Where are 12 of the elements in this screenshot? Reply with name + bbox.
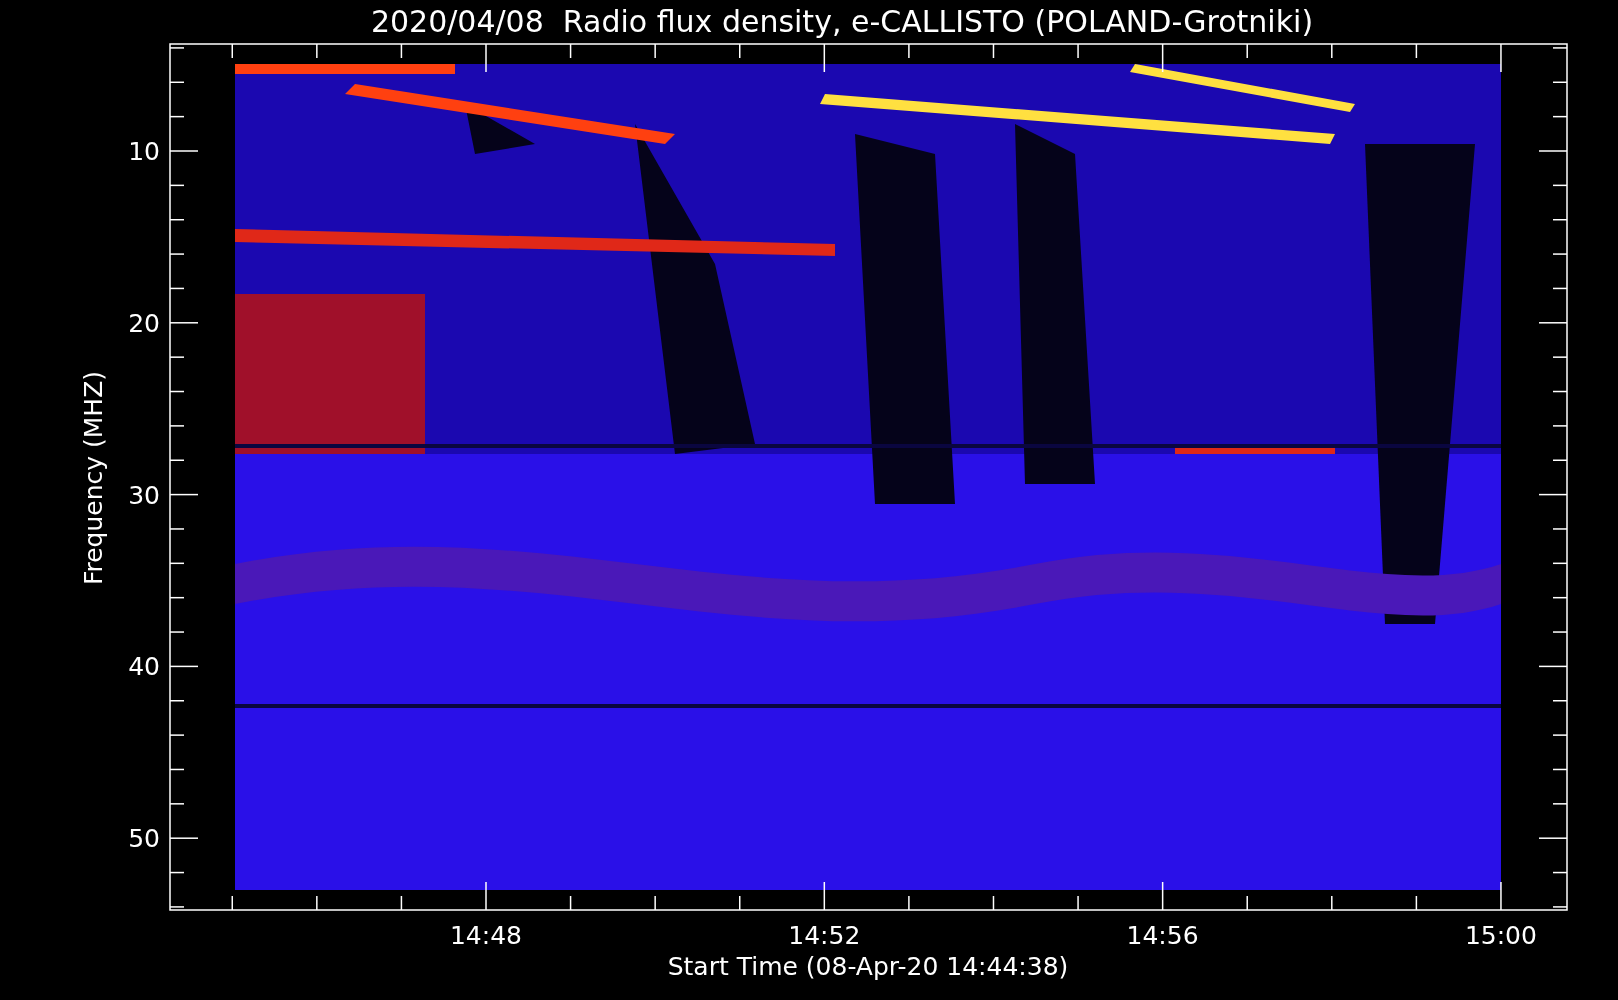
y-tick-label: 10 bbox=[128, 137, 160, 166]
chart-title: 2020/04/08 Radio flux density, e-CALLISTO (POLAND-Grotniki) bbox=[370, 4, 1314, 39]
y-axis-title: Frequency (MHZ) bbox=[79, 370, 108, 586]
x-tick-label: 14:52 bbox=[788, 921, 861, 950]
x-tick-label: 15:00 bbox=[1464, 921, 1537, 950]
y-tick-label: 30 bbox=[128, 480, 160, 510]
x-axis-title: Start Time (08-Apr-20 14:44:38) bbox=[667, 952, 1069, 981]
y-tick-label: 20 bbox=[128, 308, 160, 338]
y-tick-label: 50 bbox=[128, 824, 160, 853]
x-tick-label: 14:48 bbox=[450, 921, 522, 950]
x-tick-label: 14:56 bbox=[1126, 921, 1199, 950]
y-tick-label: 40 bbox=[128, 652, 160, 682]
